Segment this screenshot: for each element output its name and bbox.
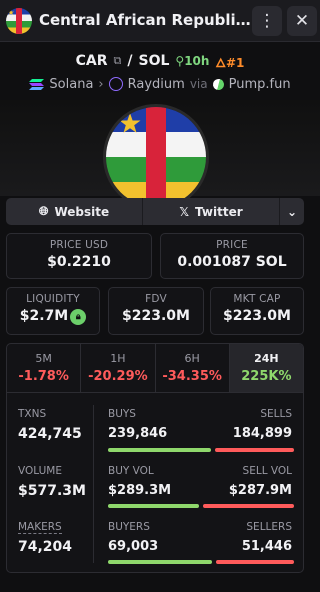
sells-bar	[215, 448, 294, 452]
pair-row: CAR ⧉ / SOL ⚲10h 🜂#1	[0, 52, 320, 70]
quote-symbol: SOL	[138, 53, 170, 69]
raydium-icon	[108, 77, 123, 91]
tab-change: 225K%	[241, 369, 292, 384]
tab-change: -34.35%	[162, 369, 222, 384]
tab-label: 1H	[110, 352, 126, 365]
fdv-label: FDV	[145, 293, 167, 305]
tab-label: 6H	[184, 352, 200, 365]
txns-value: 424,745	[18, 426, 82, 442]
liquidity-label: LIQUIDITY	[26, 293, 80, 305]
buys-bar	[108, 448, 211, 452]
mkt-cap-label: MKT CAP	[233, 293, 281, 305]
trending-rank-value: #1	[225, 55, 245, 70]
tab-change: -20.29%	[88, 369, 148, 384]
pumpfun-icon	[210, 76, 226, 92]
mkt-cap-value: $223.0M	[223, 308, 291, 324]
globe-icon: 🌐︎	[38, 204, 49, 218]
dex-name[interactable]: Raydium	[128, 77, 185, 92]
volume-label: VOLUME	[18, 465, 62, 477]
buys-label: BUYS	[108, 408, 136, 420]
sellers-value: 51,446	[241, 539, 292, 554]
flame-icon: 🜂	[215, 55, 226, 70]
stats-divider	[93, 405, 94, 563]
timeframe-tabs: 5M -1.78% 1H -20.29% 6H -34.35% 24H 225K…	[6, 343, 304, 393]
lock-icon[interactable]: 🔒︎	[70, 309, 87, 325]
tab-label: 5M	[35, 352, 52, 365]
sell-vol-value: $287.9M	[228, 483, 292, 498]
stats-panel: TXNS 424,745 BUYS 239,846 SELLS 184,899 …	[6, 393, 304, 573]
makers-label: MAKERS	[18, 521, 62, 534]
fdv-value: $223.0M	[122, 308, 190, 324]
buy-vol-bar	[108, 504, 199, 508]
tab-24h[interactable]: 24H 225K%	[229, 344, 303, 392]
txns-label: TXNS	[18, 408, 47, 420]
twitter-button[interactable]: 𝕏 Twitter	[143, 198, 280, 225]
window-header: Central African Republic ... ⋮ ✕	[0, 0, 320, 42]
mkt-cap-box: MKT CAP $223.0M	[210, 287, 304, 335]
sellers-bar	[216, 560, 294, 564]
website-label: Website	[54, 204, 110, 219]
kebab-menu-icon: ⋮	[258, 11, 276, 31]
launchpad-name[interactable]: Pump.fun	[229, 77, 291, 92]
via-label: via	[189, 77, 208, 91]
fdv-box: FDV $223.0M	[108, 287, 204, 335]
tab-5m[interactable]: 5M -1.78%	[7, 344, 82, 392]
sell-vol-bar	[203, 504, 294, 508]
twitter-label: Twitter	[195, 204, 243, 219]
chevron-right-icon: ›	[98, 76, 104, 92]
close-button[interactable]: ✕	[287, 6, 317, 36]
page-title: Central African Republic ...	[39, 11, 251, 29]
liquidity-box: LIQUIDITY $2.7M 🔒︎	[6, 287, 100, 335]
chain-name[interactable]: Solana	[49, 77, 93, 92]
base-symbol: CAR	[75, 53, 108, 69]
price-native-box: PRICE 0.001087 SOL	[160, 233, 304, 279]
more-links-button[interactable]: ⌄	[280, 198, 304, 225]
buyers-label: BUYERS	[108, 521, 150, 533]
social-links: 🌐︎ Website 𝕏 Twitter ⌄	[6, 198, 304, 225]
sells-value: 184,899	[232, 426, 292, 441]
pair-age: ⚲10h	[175, 54, 209, 68]
volume-value: $577.3M	[18, 483, 86, 499]
price-native-label: PRICE	[216, 239, 248, 251]
makers-value: 74,204	[18, 539, 73, 555]
website-button[interactable]: 🌐︎ Website	[6, 198, 143, 225]
tab-6h[interactable]: 6H -34.35%	[156, 344, 230, 392]
copy-icon[interactable]: ⧉	[114, 54, 122, 68]
tab-1h[interactable]: 1H -20.29%	[81, 344, 156, 392]
price-native-value: 0.001087 SOL	[177, 254, 287, 270]
car-flag-icon	[6, 8, 32, 34]
makers-label-text: MAKERS	[18, 521, 62, 534]
tab-label: 24H	[254, 352, 279, 365]
buyers-value: 69,003	[108, 539, 159, 554]
close-icon: ✕	[294, 11, 310, 31]
liquidity-value: $2.7M	[19, 308, 69, 324]
tab-change: -1.78%	[18, 369, 69, 384]
sprout-icon: ⚲	[175, 54, 185, 68]
sellers-label: SELLERS	[246, 521, 292, 533]
pair-age-value: 10h	[184, 54, 210, 68]
price-usd-box: PRICE USD $0.2210	[6, 233, 152, 279]
more-menu-button[interactable]: ⋮	[252, 6, 282, 36]
buy-vol-label: BUY VOL	[108, 465, 154, 477]
buy-vol-value: $289.3M	[108, 483, 172, 498]
price-usd-value: $0.2210	[47, 254, 111, 270]
chevron-down-icon: ⌄	[286, 204, 298, 219]
buyers-bar	[108, 560, 212, 564]
trending-rank: 🜂#1	[215, 49, 244, 74]
liquidity-value-row: $2.7M 🔒︎	[7, 308, 99, 325]
token-logo	[103, 104, 209, 210]
chain-row: Solana › Raydium via Pump.fun	[0, 75, 320, 93]
price-usd-label: PRICE USD	[49, 239, 109, 251]
buys-value: 239,846	[108, 426, 168, 441]
pair-separator: /	[127, 53, 133, 69]
x-logo-icon: 𝕏	[179, 204, 190, 219]
solana-icon	[29, 78, 45, 90]
sells-label: SELLS	[260, 408, 292, 420]
sell-vol-label: SELL VOL	[242, 465, 292, 477]
